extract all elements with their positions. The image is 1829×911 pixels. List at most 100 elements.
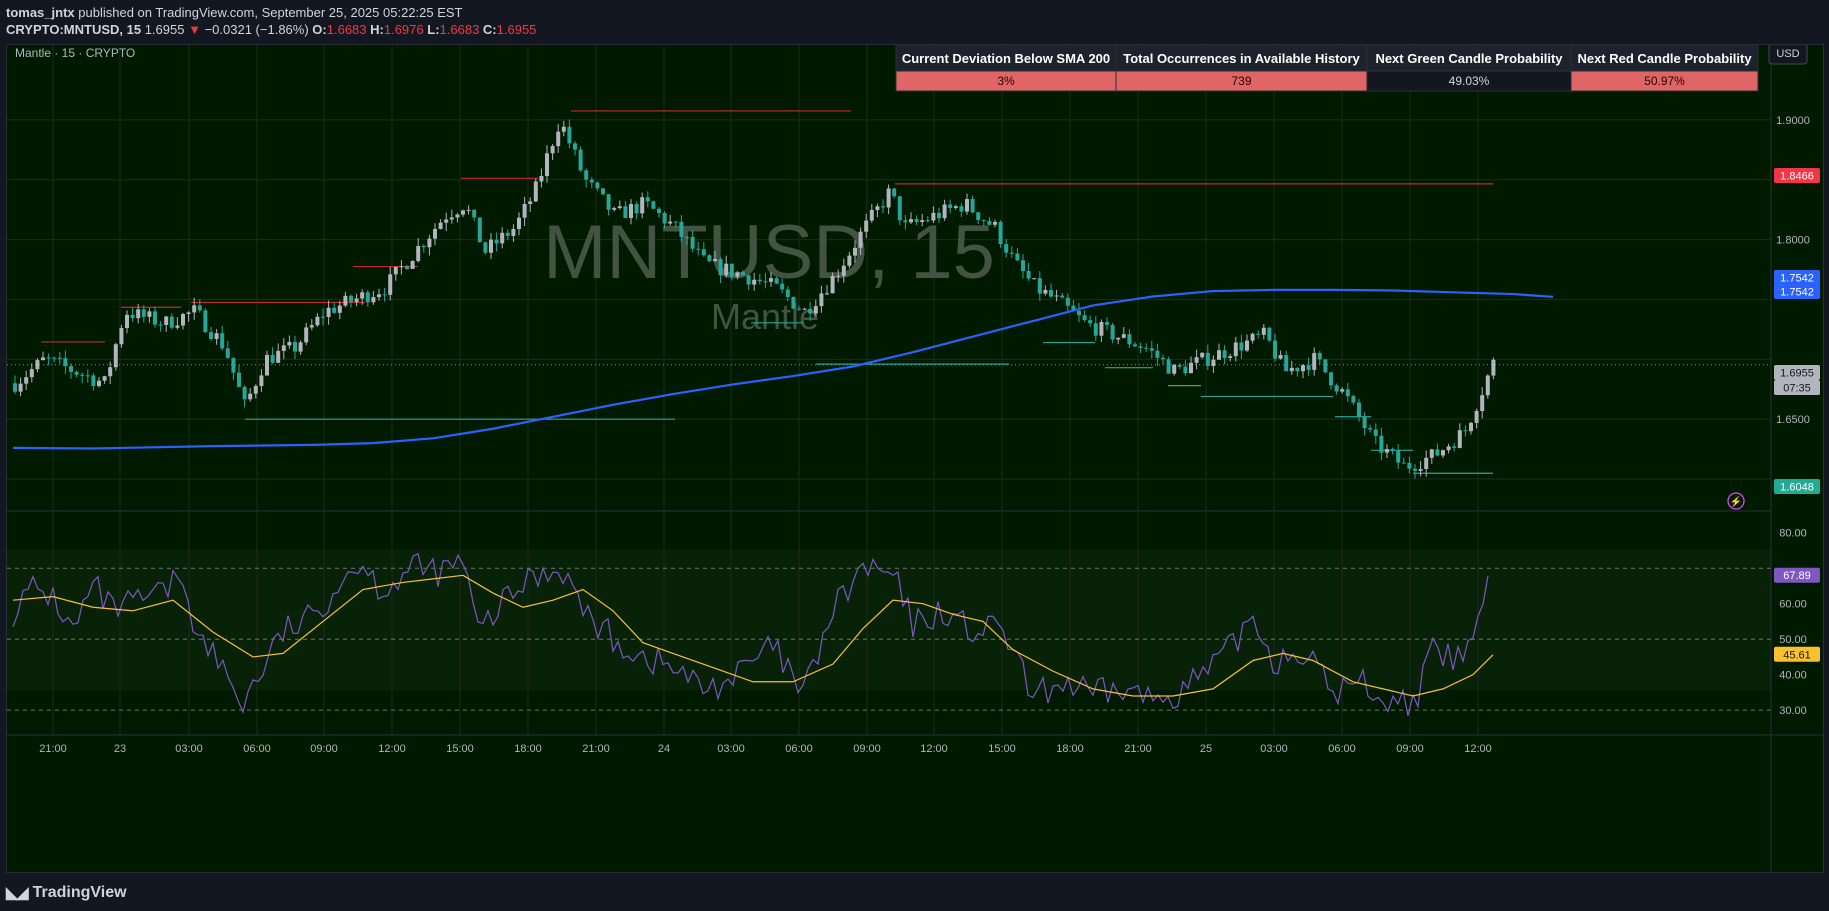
price-badge-label: 1.7542 <box>1780 273 1814 285</box>
candle-body <box>416 246 421 262</box>
candle-body <box>561 126 566 132</box>
candle-body <box>1379 435 1384 453</box>
candle-body <box>97 380 101 387</box>
high-value: 1.6976 <box>383 22 424 37</box>
open-label: O: <box>312 22 327 37</box>
candle-body <box>1362 416 1367 429</box>
candle-body <box>679 221 684 237</box>
last-price: 1.6955 <box>144 22 185 37</box>
candle-body <box>315 316 320 326</box>
candle-body <box>785 289 790 297</box>
candle-body <box>494 239 499 244</box>
candle-body <box>298 342 303 352</box>
candle-body <box>567 126 572 144</box>
rsi-tick-label: 80.00 <box>1779 528 1807 540</box>
candle-body <box>1149 348 1154 351</box>
candle-body <box>265 354 269 376</box>
candle-body <box>1177 364 1182 367</box>
candle-body <box>511 229 516 236</box>
candle-body <box>130 314 135 319</box>
candle-body <box>1463 430 1468 432</box>
time-tick-label: 06:00 <box>243 743 271 755</box>
tradingview-logo[interactable]: ◣◢ TradingView <box>6 883 127 903</box>
candle-body <box>1273 340 1277 359</box>
candle-body <box>388 274 393 295</box>
candle-body <box>1323 359 1328 373</box>
candle-body <box>1261 327 1266 335</box>
chart-canvas[interactable]: MNTUSD, 15 Mantle Mantle · 15 · CRYPTO 1… <box>7 41 1823 872</box>
candle-body <box>1418 469 1423 471</box>
candle-body <box>1435 449 1440 456</box>
candle-body <box>242 386 247 400</box>
candle-body <box>1222 350 1227 358</box>
candle-body <box>259 375 264 386</box>
candle-body <box>1457 430 1462 448</box>
candle-body <box>1256 333 1261 335</box>
candle-body <box>304 327 309 343</box>
candle-body <box>853 247 857 256</box>
candle-body <box>365 292 370 303</box>
candle-body <box>981 220 986 222</box>
candle-body <box>253 385 258 394</box>
candle-body <box>1345 389 1350 397</box>
candle-body <box>752 279 757 285</box>
candle-body <box>326 307 331 317</box>
candle-body <box>69 366 73 372</box>
rsi-tick-label: 40.00 <box>1779 670 1807 682</box>
time-tick-label: 18:00 <box>1056 743 1084 755</box>
time-tick-label: 21:00 <box>39 743 67 755</box>
candle-body <box>813 306 818 314</box>
candle-body <box>1093 323 1098 336</box>
candle-body <box>897 196 902 221</box>
chart-area[interactable]: MNTUSD, 15 Mantle Mantle · 15 · CRYPTO 1… <box>6 41 1824 873</box>
candle-body <box>606 194 611 210</box>
published-text: published on TradingView.com, September … <box>78 5 463 20</box>
stats-header-label: Next Green Candle Probability <box>1375 51 1563 66</box>
candle-body <box>433 228 437 239</box>
candle-body <box>153 311 157 325</box>
candle-body <box>46 357 51 359</box>
candle-body <box>869 210 874 221</box>
candle-body <box>1233 342 1238 357</box>
candle-body <box>685 236 689 238</box>
candle-body <box>595 182 600 189</box>
chart-legend[interactable]: Mantle · 15 · CRYPTO <box>15 46 135 60</box>
candle-body <box>545 153 549 176</box>
candle-body <box>169 316 174 328</box>
candle-body <box>377 294 381 298</box>
candle-body <box>1032 278 1037 280</box>
candle-body <box>1401 462 1406 464</box>
candle-body <box>399 266 404 268</box>
candle-body <box>455 214 460 218</box>
candle-body <box>517 217 521 230</box>
candle-body <box>24 377 29 384</box>
time-tick-label: 15:00 <box>446 743 474 755</box>
candle-body <box>1105 321 1109 325</box>
publisher-name[interactable]: tomas_jntx <box>6 5 75 20</box>
candle-body <box>550 146 555 154</box>
candle-body <box>617 206 622 209</box>
candle-body <box>57 357 62 359</box>
candle-body <box>701 249 706 256</box>
candle-body <box>735 272 740 277</box>
candle-body <box>1228 356 1233 358</box>
candle-body <box>937 212 941 219</box>
time-tick-label: 06:00 <box>785 743 813 755</box>
candle-body <box>858 231 863 248</box>
candle-body <box>270 354 275 363</box>
candle-body <box>578 149 583 171</box>
candle-body <box>1166 359 1171 374</box>
candle-body <box>1301 365 1305 372</box>
candle-body <box>1284 355 1289 372</box>
stats-value-label: 3% <box>997 74 1015 88</box>
candle-body <box>931 212 936 221</box>
candle-body <box>1144 347 1149 349</box>
candle-body <box>500 232 505 244</box>
candle-body <box>1474 410 1479 423</box>
stats-value-label: 50.97% <box>1644 74 1685 88</box>
price-tick-label: 1.6500 <box>1776 414 1810 426</box>
time-tick-label: 15:00 <box>988 743 1016 755</box>
time-tick-label: 12:00 <box>920 743 948 755</box>
candle-body <box>410 261 415 269</box>
price-change: −0.0321 (−1.86%) <box>204 22 309 37</box>
